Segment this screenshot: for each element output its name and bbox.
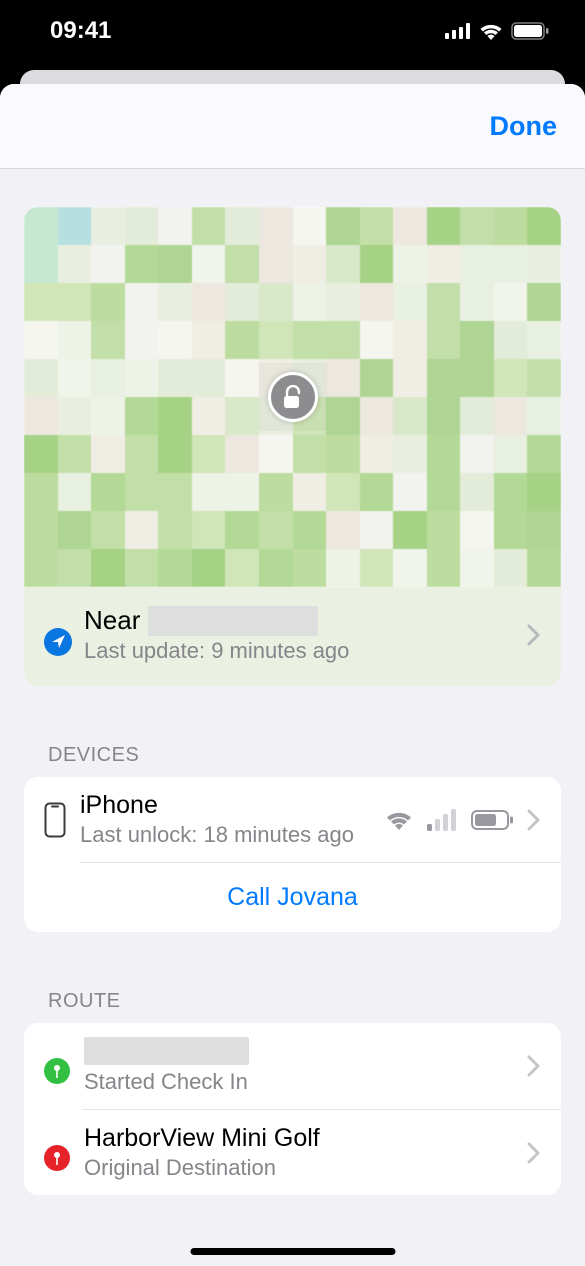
status-icons (445, 22, 549, 40)
route-destination-row[interactable]: HarborView Mini Golf Original Destinatio… (24, 1110, 561, 1195)
chevron-right-icon (527, 1142, 541, 1164)
route-destination-title: HarborView Mini Golf (84, 1124, 513, 1153)
cellular-icon (445, 23, 471, 39)
status-time: 09:41 (50, 17, 111, 45)
device-status-icons (385, 809, 513, 831)
map-center-pin (259, 363, 327, 431)
route-origin-text: Started Check In (84, 1037, 513, 1095)
location-name-redacted (148, 606, 318, 636)
device-battery-icon (471, 810, 513, 830)
device-name: iPhone (80, 791, 371, 820)
location-update-time: Last update: 9 minutes ago (84, 638, 515, 664)
call-button[interactable]: Call Jovana (44, 883, 541, 912)
device-text: iPhone Last unlock: 18 minutes ago (80, 791, 371, 848)
route-origin-sub: Started Check In (84, 1069, 513, 1095)
destination-pin-icon (44, 1145, 70, 1171)
device-last-unlock: Last unlock: 18 minutes ago (80, 822, 371, 848)
devices-header: DEVICES (0, 744, 585, 767)
route-origin-redacted (84, 1037, 249, 1065)
wifi-icon (479, 22, 503, 40)
location-text: Near Last update: 9 minutes ago (84, 605, 515, 664)
route-card: Started Check In HarborView Mini Golf Or… (24, 1023, 561, 1195)
chevron-right-icon (527, 624, 541, 646)
route-destination-sub: Original Destination (84, 1155, 513, 1181)
status-bar: 09:41 (0, 0, 585, 62)
done-button[interactable]: Done (490, 111, 558, 142)
device-wifi-icon (385, 809, 413, 831)
origin-pin-icon (44, 1058, 70, 1084)
modal-sheet: Done Near (0, 84, 585, 1266)
battery-icon (511, 22, 549, 40)
route-destination-text: HarborView Mini Golf Original Destinatio… (84, 1124, 513, 1181)
location-row[interactable]: Near Last update: 9 minutes ago (24, 587, 561, 686)
chevron-right-icon (527, 809, 541, 831)
map-preview[interactable] (24, 207, 561, 587)
location-near-label: Near (84, 605, 140, 636)
route-header: ROUTE (0, 990, 585, 1013)
home-indicator[interactable] (190, 1248, 395, 1255)
nav-bar: Done (0, 84, 585, 169)
chevron-right-icon (527, 1055, 541, 1077)
content: Near Last update: 9 minutes ago DEVICES … (0, 207, 585, 1235)
device-row[interactable]: iPhone Last unlock: 18 minutes ago (24, 777, 561, 862)
iphone-icon (44, 802, 66, 838)
location-arrow-icon (44, 628, 72, 656)
device-cellular-icon (427, 809, 457, 831)
route-origin-row[interactable]: Started Check In (24, 1023, 561, 1109)
devices-card: iPhone Last unlock: 18 minutes ago Call … (24, 777, 561, 932)
call-row: Call Jovana (80, 862, 561, 932)
lock-icon (268, 372, 318, 422)
map-card: Near Last update: 9 minutes ago (24, 207, 561, 686)
